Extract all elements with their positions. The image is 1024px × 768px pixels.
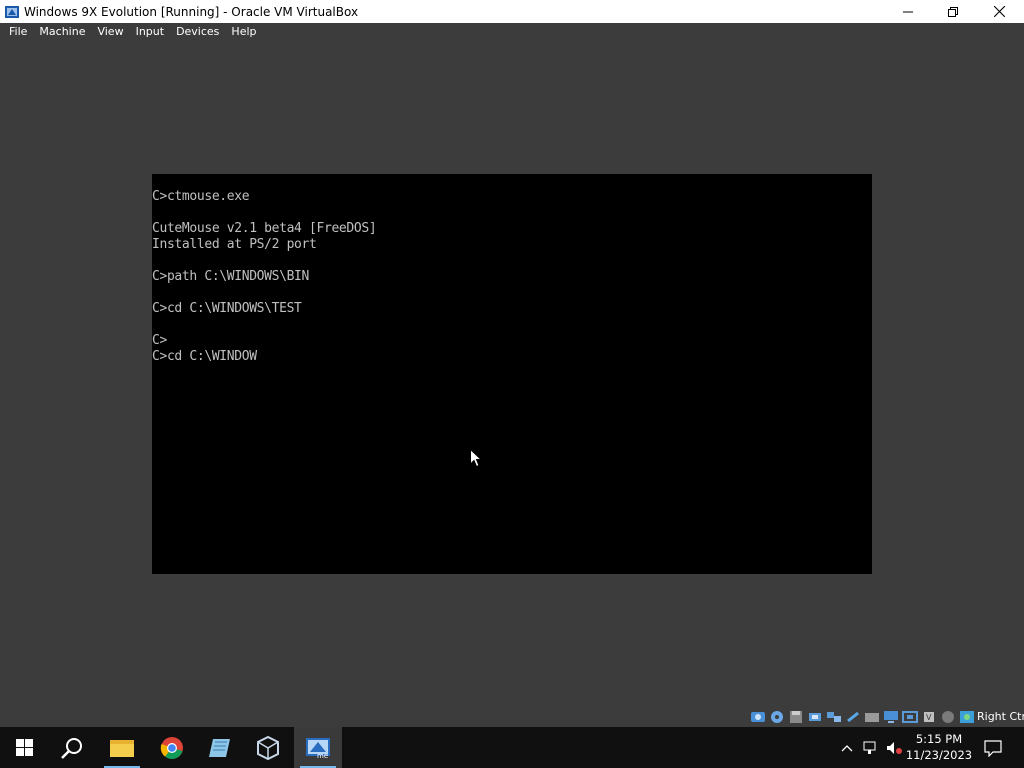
menu-bar: File Machine View Input Devices Help xyxy=(0,23,1024,41)
usb-icon[interactable] xyxy=(845,709,861,723)
menu-devices[interactable]: Devices xyxy=(170,23,225,41)
hard-disk-icon[interactable] xyxy=(750,709,766,723)
search-icon xyxy=(61,737,82,759)
keyboard-capture-icon[interactable] xyxy=(959,709,975,723)
console-line: C>path C:\WINDOWS\BIN xyxy=(152,269,310,284)
display-icon[interactable] xyxy=(883,709,899,723)
minimize-icon xyxy=(903,11,913,12)
svg-text:me: me xyxy=(317,752,328,760)
optical-drive-icon[interactable] xyxy=(769,709,785,723)
cpu-icon[interactable]: V xyxy=(921,709,937,723)
console-line: C> xyxy=(152,333,167,348)
clock-date: 11/23/2023 xyxy=(905,748,973,762)
mouse-pointer-icon xyxy=(470,449,482,468)
taskbar-virtualbox-vm[interactable]: me xyxy=(294,727,342,768)
network-tray-icon[interactable] xyxy=(863,740,879,756)
shared-folders-icon[interactable] xyxy=(864,709,880,723)
start-icon xyxy=(15,739,33,756)
floppy-icon[interactable] xyxy=(788,709,804,723)
network-icon[interactable] xyxy=(826,709,842,723)
svg-text:V: V xyxy=(926,713,932,722)
start-button[interactable] xyxy=(0,727,48,768)
virtualbox-vm-icon: me xyxy=(306,737,330,760)
windows-taskbar: me 5:15 PM 11/23/2023 xyxy=(0,727,1024,768)
console-line: Installed at PS/2 port xyxy=(152,237,317,252)
title-bar[interactable]: Windows 9X Evolution [Running] - Oracle … xyxy=(0,0,1024,23)
mouse-integration-icon[interactable] xyxy=(940,709,956,723)
restore-icon xyxy=(948,6,958,17)
close-button[interactable] xyxy=(976,0,1022,23)
console-line: CuteMouse v2.1 beta4 [FreeDOS] xyxy=(152,221,377,236)
chevron-up-icon[interactable] xyxy=(839,740,855,756)
taskbar-notepad[interactable] xyxy=(196,727,244,768)
menu-file[interactable]: File xyxy=(0,23,33,41)
vm-status-bar: V Right Ctrl xyxy=(0,707,1024,726)
virtualbox-app-icon xyxy=(5,5,19,18)
window-title: Windows 9X Evolution [Running] - Oracle … xyxy=(24,4,359,19)
notepad-icon xyxy=(209,738,230,757)
taskbar-chrome[interactable] xyxy=(148,727,196,768)
minimize-button[interactable] xyxy=(885,0,931,23)
vm-display[interactable]: C>ctmouse.exe CuteMouse v2.1 beta4 [Free… xyxy=(152,174,872,574)
clock-time: 5:15 PM xyxy=(915,732,963,746)
menu-machine[interactable]: Machine xyxy=(33,23,91,41)
chrome-icon xyxy=(160,736,183,759)
file-explorer-icon xyxy=(110,739,134,757)
menu-input[interactable]: Input xyxy=(130,23,170,41)
console-line: C>cd C:\WINDOWS\TEST xyxy=(152,301,302,316)
close-icon xyxy=(993,6,1005,17)
menu-help[interactable]: Help xyxy=(225,23,262,41)
taskbar-file-explorer[interactable] xyxy=(98,727,146,768)
host-key-label[interactable]: Right Ctrl xyxy=(977,709,1024,724)
virtualbox-icon xyxy=(257,735,279,760)
notifications-icon[interactable] xyxy=(984,739,1002,757)
speaker-muted-icon[interactable] xyxy=(886,740,902,756)
search-button[interactable] xyxy=(48,727,96,768)
console-line: C>cd C:\WINDOW xyxy=(152,349,257,364)
taskbar-virtualbox[interactable] xyxy=(244,727,292,768)
audio-icon[interactable] xyxy=(807,709,823,723)
video-capture-icon[interactable] xyxy=(902,709,918,723)
maximize-button[interactable] xyxy=(930,0,976,23)
taskbar-clock[interactable]: 5:15 PM 11/23/2023 xyxy=(903,731,975,763)
console-line: C>ctmouse.exe xyxy=(152,189,250,204)
menu-view[interactable]: View xyxy=(91,23,129,41)
